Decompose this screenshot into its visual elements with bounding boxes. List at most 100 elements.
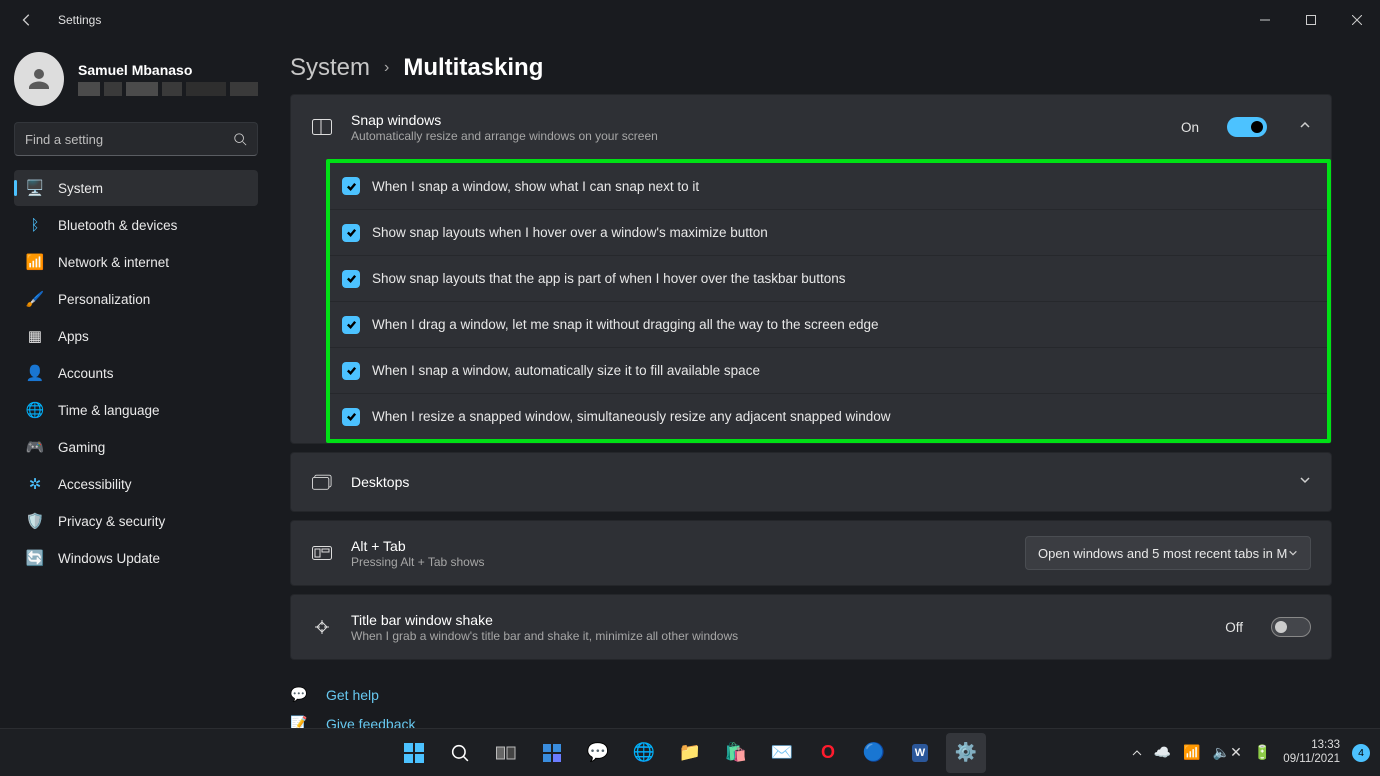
tray-onedrive-icon[interactable]: ☁️: [1154, 744, 1171, 761]
taskbar: 💬 🌐 📁 🛍️ ✉️ O 🔵 W ⚙️ ☁️ 📶 🔈✕ 🔋 13:33 09/…: [0, 728, 1380, 776]
page-title: Multitasking: [403, 54, 543, 82]
sidebar-icon: ✲: [26, 475, 44, 493]
sidebar-item-system[interactable]: 🖥️ System: [14, 170, 258, 206]
chevron-down-icon[interactable]: [1299, 473, 1311, 491]
search-input[interactable]: [25, 132, 225, 147]
notifications-badge[interactable]: 4: [1352, 744, 1370, 762]
sidebar-item-accessibility[interactable]: ✲Accessibility: [14, 466, 258, 502]
avatar: [14, 52, 64, 106]
checkbox[interactable]: [342, 316, 360, 334]
snap-option-row[interactable]: When I resize a snapped window, simultan…: [330, 393, 1327, 439]
snap-option-row[interactable]: Show snap layouts that the app is part o…: [330, 255, 1327, 301]
sidebar-item-windows-update[interactable]: 🔄 Windows Update: [14, 540, 258, 576]
sidebar-item-label: Personalization: [58, 292, 150, 307]
checkbox[interactable]: [342, 362, 360, 380]
back-button[interactable]: [18, 11, 36, 29]
sidebar-item-gaming[interactable]: 🎮 Gaming: [14, 429, 258, 465]
close-button[interactable]: [1334, 0, 1380, 40]
tray-clock[interactable]: 13:33 09/11/2021: [1283, 739, 1340, 767]
sidebar-item-bluetooth-devices[interactable]: ᛒBluetooth & devices: [14, 207, 258, 243]
taskbar-chat[interactable]: 💬: [578, 733, 618, 773]
breadcrumb: System › Multitasking: [290, 54, 1332, 82]
snap-option-label: When I snap a window, automatically size…: [372, 363, 760, 378]
taskbar-chrome[interactable]: 🔵: [854, 733, 894, 773]
task-view[interactable]: [486, 733, 526, 773]
snap-windows-card: Snap windows Automatically resize and ar…: [290, 94, 1332, 444]
sidebar-item-label: Gaming: [58, 440, 105, 455]
taskbar-mail[interactable]: ✉️: [762, 733, 802, 773]
snap-state-label: On: [1181, 120, 1199, 135]
snap-toggle[interactable]: [1227, 117, 1267, 137]
alt-tab-title: Alt + Tab: [351, 538, 485, 554]
checkbox[interactable]: [342, 270, 360, 288]
search-box[interactable]: [14, 122, 258, 156]
alt-tab-icon: [311, 542, 333, 564]
minimize-button[interactable]: [1242, 0, 1288, 40]
tray-volume-icon[interactable]: 🔈✕: [1213, 744, 1242, 761]
taskbar-opera[interactable]: O: [808, 733, 848, 773]
chevron-up-icon[interactable]: [1299, 118, 1311, 136]
sidebar-icon: 🌐: [26, 401, 44, 419]
shake-icon: [311, 616, 333, 638]
alt-tab-card: Alt + Tab Pressing Alt + Tab shows Open …: [290, 520, 1332, 586]
give-feedback-link[interactable]: Give feedback: [326, 716, 416, 729]
sidebar-item-personalization[interactable]: 🖌️Personalization: [14, 281, 258, 317]
title-bar-shake-card: Title bar window shake When I grab a win…: [290, 594, 1332, 660]
search-icon: [233, 132, 247, 146]
window-title: Settings: [58, 13, 101, 27]
taskbar-settings[interactable]: ⚙️: [946, 733, 986, 773]
desktops-title: Desktops: [351, 474, 409, 490]
snap-option-label: Show snap layouts that the app is part o…: [372, 271, 846, 286]
taskbar-edge[interactable]: 🌐: [624, 733, 664, 773]
sidebar-item-label: Time & language: [58, 403, 160, 418]
shake-toggle[interactable]: [1271, 617, 1311, 637]
alt-tab-dropdown[interactable]: Open windows and 5 most recent tabs in M: [1025, 536, 1311, 570]
sidebar-item-apps[interactable]: ▦ Apps: [14, 318, 258, 354]
sidebar-icon: 🔄: [26, 549, 44, 567]
taskbar-search[interactable]: [440, 733, 480, 773]
checkbox[interactable]: [342, 224, 360, 242]
snap-option-row[interactable]: When I snap a window, show what I can sn…: [330, 163, 1327, 209]
feedback-icon: 📝: [290, 715, 308, 728]
snap-windows-header[interactable]: Snap windows Automatically resize and ar…: [291, 95, 1331, 159]
sidebar-item-label: System: [58, 181, 103, 196]
breadcrumb-parent[interactable]: System: [290, 54, 370, 82]
profile-name: Samuel Mbanaso: [78, 62, 258, 78]
sidebar-icon: ᛒ: [26, 216, 44, 234]
sidebar-item-network-internet[interactable]: 📶Network & internet: [14, 244, 258, 280]
sidebar-item-accounts[interactable]: 👤Accounts: [14, 355, 258, 391]
snap-windows-icon: [311, 116, 333, 138]
shake-state-label: Off: [1225, 620, 1243, 635]
start-button[interactable]: [394, 733, 434, 773]
sidebar-item-label: Apps: [58, 329, 89, 344]
desktops-card[interactable]: Desktops: [290, 452, 1332, 512]
taskbar-store[interactable]: 🛍️: [716, 733, 756, 773]
sidebar-item-time-language[interactable]: 🌐 Time & language: [14, 392, 258, 428]
sidebar-icon: 👤: [26, 364, 44, 382]
widgets[interactable]: [532, 733, 572, 773]
profile-email: [78, 82, 258, 96]
snap-option-row[interactable]: When I drag a window, let me snap it wit…: [330, 301, 1327, 347]
sidebar-item-label: Windows Update: [58, 551, 160, 566]
desktops-icon: [311, 471, 333, 493]
profile-block[interactable]: Samuel Mbanaso: [14, 52, 258, 106]
snap-option-row[interactable]: Show snap layouts when I hover over a wi…: [330, 209, 1327, 255]
taskbar-word[interactable]: W: [900, 733, 940, 773]
sidebar-icon: ▦: [26, 327, 44, 345]
sidebar-item-label: Network & internet: [58, 255, 169, 270]
get-help-link[interactable]: Get help: [326, 687, 379, 703]
tray-wifi-icon[interactable]: 📶: [1183, 744, 1200, 761]
maximize-button[interactable]: [1288, 0, 1334, 40]
chevron-down-icon: [1288, 548, 1298, 558]
taskbar-explorer[interactable]: 📁: [670, 733, 710, 773]
snap-subtitle: Automatically resize and arrange windows…: [351, 129, 658, 143]
sidebar-icon: 🎮: [26, 438, 44, 456]
checkbox[interactable]: [342, 177, 360, 195]
sidebar-icon: 🖥️: [26, 179, 44, 197]
snap-title: Snap windows: [351, 112, 658, 128]
checkbox[interactable]: [342, 408, 360, 426]
sidebar-item-privacy-security[interactable]: 🛡️Privacy & security: [14, 503, 258, 539]
tray-battery-icon[interactable]: 🔋: [1254, 744, 1271, 761]
tray-overflow[interactable]: [1132, 745, 1142, 761]
snap-option-row[interactable]: When I snap a window, automatically size…: [330, 347, 1327, 393]
